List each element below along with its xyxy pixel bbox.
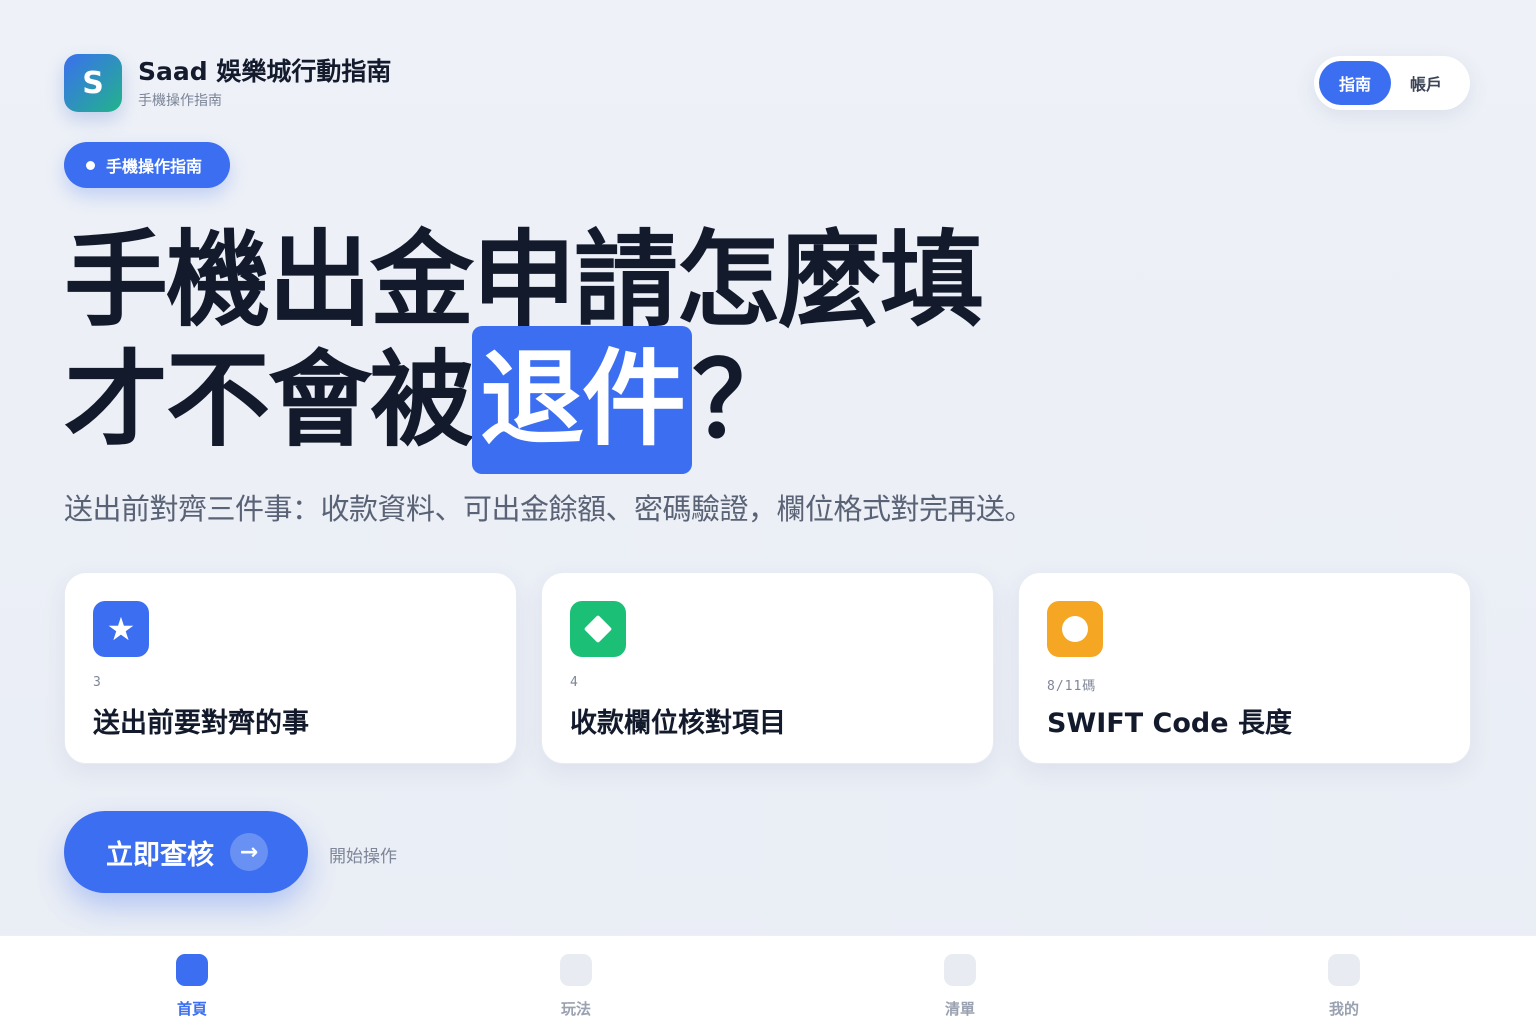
star-icon: ★: [106, 610, 136, 648]
card-meta: 8/11碼: [1047, 679, 1097, 694]
category-tag-label: 手機操作指南: [106, 157, 203, 176]
card-swift[interactable]: 8/11碼 SWIFT Code 長度: [1018, 572, 1471, 764]
home-icon: [176, 954, 208, 986]
circle-icon-badge: [1047, 601, 1103, 657]
check-now-label: 立即查核: [106, 839, 214, 871]
headline-line-2-suffix: ？: [692, 339, 796, 461]
list-icon: [944, 954, 976, 986]
card-meta: 4: [570, 675, 579, 690]
segment-guide[interactable]: 指南: [1319, 61, 1391, 105]
nav-item-games[interactable]: 玩法: [384, 936, 768, 1024]
nav-label: 我的: [1328, 1000, 1359, 1018]
start-hint: 開始操作: [329, 847, 397, 867]
app-title: Saad 娛樂城行動指南: [138, 56, 392, 86]
card-fields[interactable]: 4 收款欄位核對項目: [541, 572, 994, 764]
headline-line-2-prefix: 才不會被: [64, 339, 474, 461]
category-tag: 手機操作指南: [64, 142, 230, 188]
nav-item-list[interactable]: 清單: [768, 936, 1152, 1024]
info-cards: ★ 3 送出前要對齊的事 4 收款欄位核對項目 8/11碼 SWIFT Code…: [64, 572, 1471, 764]
card-title: 送出前要對齊的事: [93, 708, 309, 739]
page-title: 手機出金申請怎麼填 才不會被退件？: [64, 219, 984, 474]
headline-highlight: 退件: [472, 325, 693, 474]
headline-line-1: 手機出金申請怎麼填: [64, 219, 984, 341]
app-screen: S Saad 娛樂城行動指南 手機操作指南 指南 帳戶 手機操作指南 手機出金申…: [0, 0, 1536, 1024]
brand: S Saad 娛樂城行動指南 手機操作指南: [64, 54, 391, 112]
card-title: SWIFT Code 長度: [1047, 708, 1292, 739]
nav-label: 清單: [944, 1000, 975, 1018]
nav-item-home[interactable]: 首頁: [0, 936, 384, 1024]
star-icon-badge: ★: [93, 601, 149, 657]
games-icon: [560, 954, 592, 986]
arrow-right-icon: →: [230, 833, 268, 871]
bottom-nav: 首頁 玩法 清單 我的: [0, 935, 1536, 1024]
page-subtitle: 送出前對齊三件事：收款資料、可出金餘額、密碼驗證，欄位格式對完再送。: [64, 492, 1034, 526]
diamond-icon-badge: [570, 601, 626, 657]
check-now-button[interactable]: 立即查核 →: [64, 811, 308, 893]
card-meta: 3: [93, 675, 102, 690]
headline-line-2: 才不會被退件？: [64, 325, 982, 474]
diamond-icon: [583, 614, 613, 644]
segmented-control: 指南 帳戶: [1314, 56, 1470, 110]
segment-account[interactable]: 帳戶: [1391, 61, 1461, 105]
brand-text: Saad 娛樂城行動指南 手機操作指南: [138, 57, 391, 110]
profile-icon: [1328, 954, 1360, 986]
nav-label: 玩法: [560, 1000, 591, 1018]
app-logo: S: [64, 54, 122, 112]
card-title: 收款欄位核對項目: [570, 708, 786, 739]
circle-icon: [1062, 616, 1088, 642]
dot-icon: [86, 160, 95, 170]
nav-label: 首頁: [176, 1000, 207, 1018]
card-checklist[interactable]: ★ 3 送出前要對齊的事: [64, 572, 517, 764]
nav-item-profile[interactable]: 我的: [1152, 936, 1536, 1024]
app-subtitle: 手機操作指南: [138, 92, 222, 109]
